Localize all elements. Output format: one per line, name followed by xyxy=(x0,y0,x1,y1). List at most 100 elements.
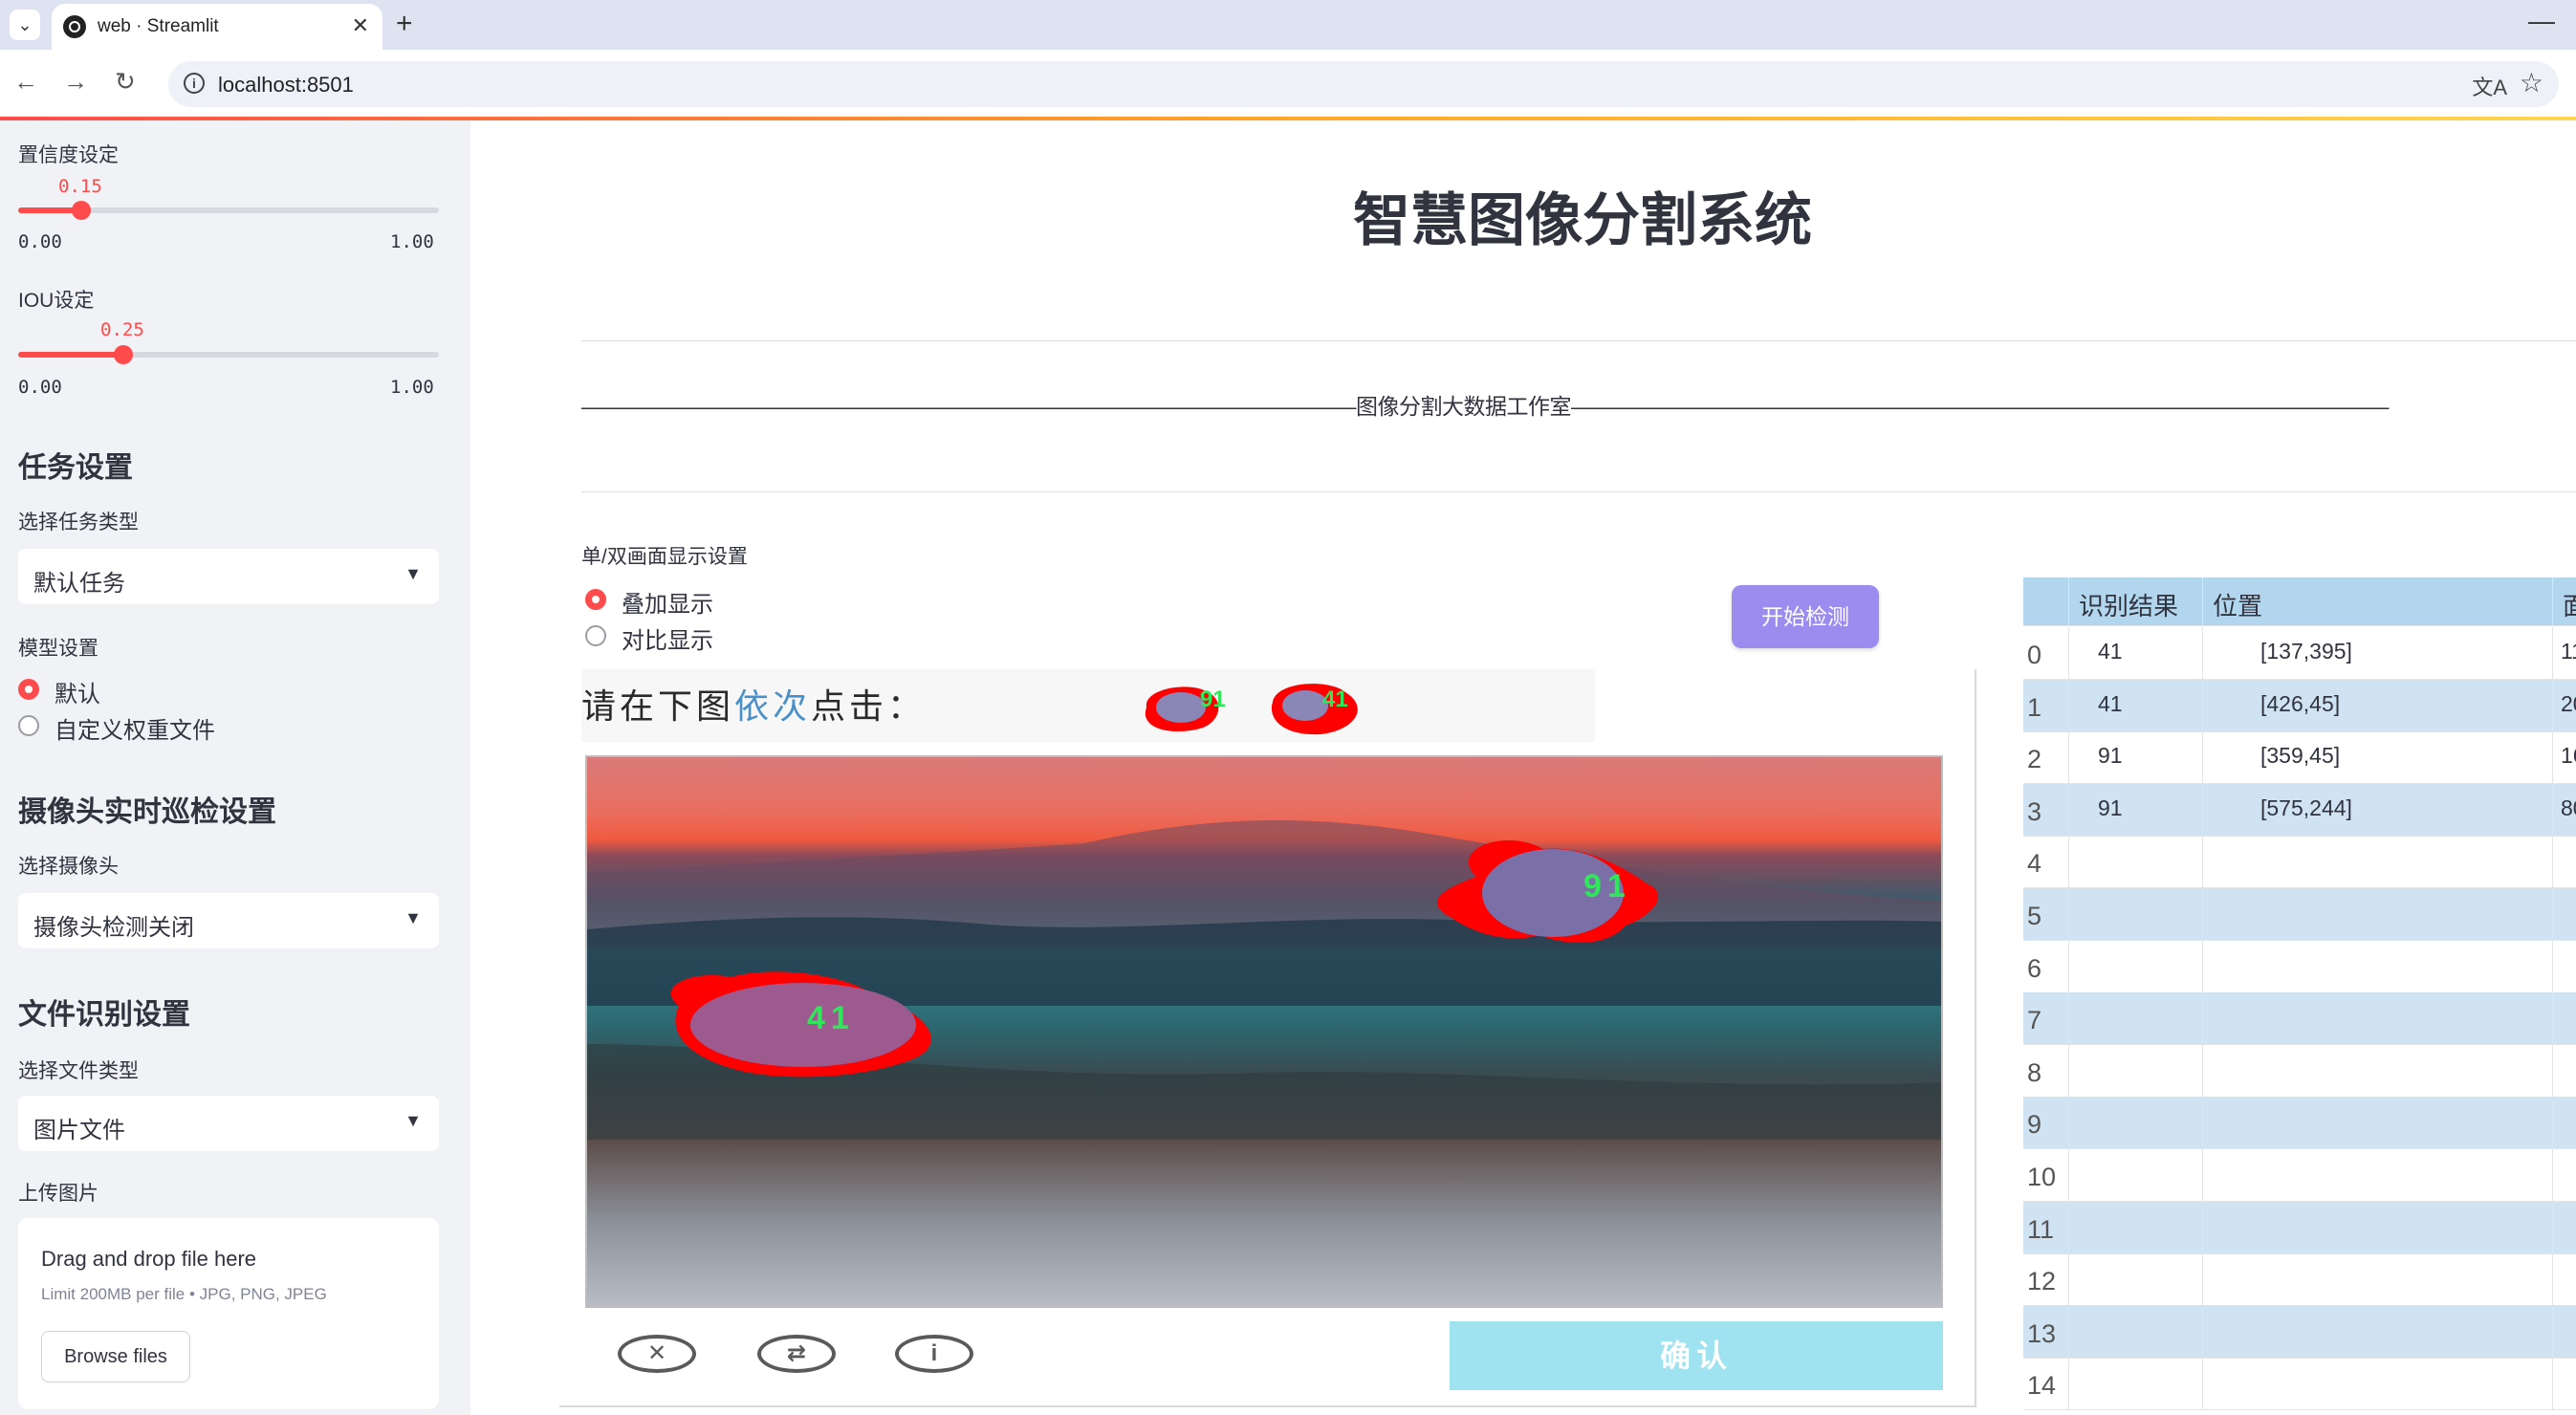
row-index: 9 xyxy=(2023,1097,2069,1149)
task-type-select[interactable]: 默认任务 ▼ xyxy=(18,549,439,604)
cell-class: 91 xyxy=(2069,783,2203,836)
address-bar-row: ← → ↻ i localhost:8501 文A ☆ xyxy=(0,50,2576,120)
table-row[interactable]: 4 xyxy=(2023,836,2576,889)
page-title: 智慧图像分割系统 xyxy=(1353,188,1812,252)
file-type-select[interactable]: 图片文件 ▼ xyxy=(18,1096,439,1151)
table-row[interactable]: 6 xyxy=(2023,940,2576,993)
browser-tab-bar: ⌄ web · Streamlit ✕ + — xyxy=(0,0,2576,50)
table-row[interactable]: 14 xyxy=(2023,1358,2576,1411)
cell-class: 41 xyxy=(2069,679,2203,731)
cell-area xyxy=(2553,1202,2576,1253)
divider xyxy=(581,340,2576,341)
display-mode-label: 单/双画面显示设置 xyxy=(581,546,748,568)
captcha-badge-label: 41 xyxy=(1322,686,1348,712)
confidence-slider-thumb[interactable] xyxy=(72,201,91,220)
radio-selected-icon[interactable] xyxy=(18,679,39,700)
table-row[interactable]: 141[426,45]20560.05 xyxy=(2023,679,2576,732)
new-tab-plus-icon[interactable]: + xyxy=(396,8,413,40)
file-type-label: 选择文件类型 xyxy=(18,1060,139,1082)
results-table[interactable]: 识别结果 位置 面积 时间 041[137,395]114190.02141[4… xyxy=(2023,577,2576,1415)
table-row[interactable]: 8 xyxy=(2023,1044,2576,1098)
captcha-instruction: 请在下图依次点击： xyxy=(581,679,926,729)
detection-label-41: 41 xyxy=(807,1000,855,1036)
column-header-area[interactable]: 面积 xyxy=(2553,577,2576,625)
cell-position: [137,395] xyxy=(2203,627,2553,679)
row-index: 5 xyxy=(2023,888,2069,940)
cell-class xyxy=(2069,992,2203,1045)
cell-area xyxy=(2553,941,2576,992)
confirm-button[interactable]: 确认 xyxy=(1450,1321,1943,1390)
scene-drawing: 91 41 xyxy=(587,820,1941,1140)
captcha-badge-icon xyxy=(1156,692,1206,723)
forward-arrow-icon[interactable]: → xyxy=(63,67,88,97)
cell-position xyxy=(2203,1149,2553,1201)
table-row[interactable]: 7 xyxy=(2023,992,2576,1046)
cell-position xyxy=(2203,1358,2553,1410)
url-field[interactable]: i localhost:8501 文A ☆ xyxy=(168,61,2559,107)
cell-class xyxy=(2069,1305,2203,1358)
detection-label-91: 91 xyxy=(1583,868,1631,904)
table-row[interactable]: 13 xyxy=(2023,1305,2576,1359)
tab-close-icon[interactable]: ✕ xyxy=(352,13,369,38)
radio-unselected-icon[interactable] xyxy=(585,625,606,646)
cell-position: [426,45] xyxy=(2203,679,2553,731)
cell-class xyxy=(2069,1358,2203,1410)
divider xyxy=(581,491,2576,492)
table-index-header xyxy=(2023,577,2069,625)
start-detection-button[interactable]: 开始检测 xyxy=(1732,585,1879,648)
row-index: 2 xyxy=(2023,731,2069,784)
table-row[interactable]: 11 xyxy=(2023,1201,2576,1254)
cell-class xyxy=(2069,1253,2203,1306)
chevron-down-icon: ▼ xyxy=(404,908,422,927)
row-index: 1 xyxy=(2023,679,2069,731)
cell-area xyxy=(2553,992,2576,1044)
cell-position xyxy=(2203,1097,2553,1149)
captcha-suffix: 点击： xyxy=(811,687,927,727)
iou-slider-thumb[interactable] xyxy=(114,345,133,364)
file-uploader-dropzone[interactable]: Drag and drop file here Limit 200MB per … xyxy=(18,1218,439,1409)
streamlit-favicon-icon xyxy=(63,15,86,38)
chevron-down-icon: ▼ xyxy=(404,1111,422,1130)
tab-search-chevron-icon[interactable]: ⌄ xyxy=(10,10,40,40)
info-circle-icon[interactable]: i xyxy=(895,1335,973,1373)
segmentation-result-image[interactable]: 91 41 xyxy=(585,755,1943,1308)
captcha-highlight: 依次 xyxy=(734,687,812,727)
camera-settings-heading: 摄像头实时巡检设置 xyxy=(18,796,276,828)
table-row[interactable]: 391[575,244]80760.01 xyxy=(2023,783,2576,837)
site-info-icon[interactable]: i xyxy=(184,73,205,94)
cell-area: 11419 xyxy=(2553,627,2576,679)
display-option-label: 叠加显示 xyxy=(622,592,713,618)
close-circle-icon[interactable]: ✕ xyxy=(618,1335,696,1373)
cell-area: 2056 xyxy=(2553,680,2576,731)
iou-label: IOU设定 xyxy=(18,290,95,312)
reload-icon[interactable]: ↻ xyxy=(115,67,136,97)
table-row[interactable]: 9 xyxy=(2023,1097,2576,1150)
radio-selected-icon[interactable] xyxy=(585,589,606,610)
cell-class xyxy=(2069,1149,2203,1201)
cell-area xyxy=(2553,1149,2576,1201)
table-row[interactable]: 10 xyxy=(2023,1149,2576,1202)
confidence-slider[interactable] xyxy=(18,201,439,220)
radio-unselected-icon[interactable] xyxy=(18,715,39,736)
iou-slider-fill xyxy=(18,352,123,358)
browse-files-button[interactable]: Browse files xyxy=(41,1331,190,1382)
cell-position: [575,244] xyxy=(2203,783,2553,836)
camera-select[interactable]: 摄像头检测关闭 ▼ xyxy=(18,893,439,948)
back-arrow-icon[interactable]: ← xyxy=(13,67,38,97)
cell-position xyxy=(2203,940,2553,992)
row-index: 12 xyxy=(2023,1253,2069,1306)
refresh-icon[interactable]: ⇄ xyxy=(757,1335,836,1373)
translate-icon[interactable]: 文A xyxy=(2472,71,2507,101)
tab-title: web · Streamlit xyxy=(98,16,219,36)
column-header-class[interactable]: 识别结果 xyxy=(2069,577,2203,625)
table-row[interactable]: 291[359,45]16570.01 xyxy=(2023,731,2576,785)
table-row[interactable]: 12 xyxy=(2023,1253,2576,1307)
column-header-position[interactable]: 位置 xyxy=(2203,577,2553,625)
browser-tab[interactable]: web · Streamlit ✕ xyxy=(52,4,382,50)
window-minimize-icon[interactable]: — xyxy=(2528,6,2555,36)
table-row[interactable]: 041[137,395]114190.02 xyxy=(2023,627,2576,680)
bookmark-star-icon[interactable]: ☆ xyxy=(2520,67,2543,98)
table-row[interactable]: 5 xyxy=(2023,888,2576,941)
iou-slider[interactable] xyxy=(18,345,439,364)
row-index: 11 xyxy=(2023,1201,2069,1253)
